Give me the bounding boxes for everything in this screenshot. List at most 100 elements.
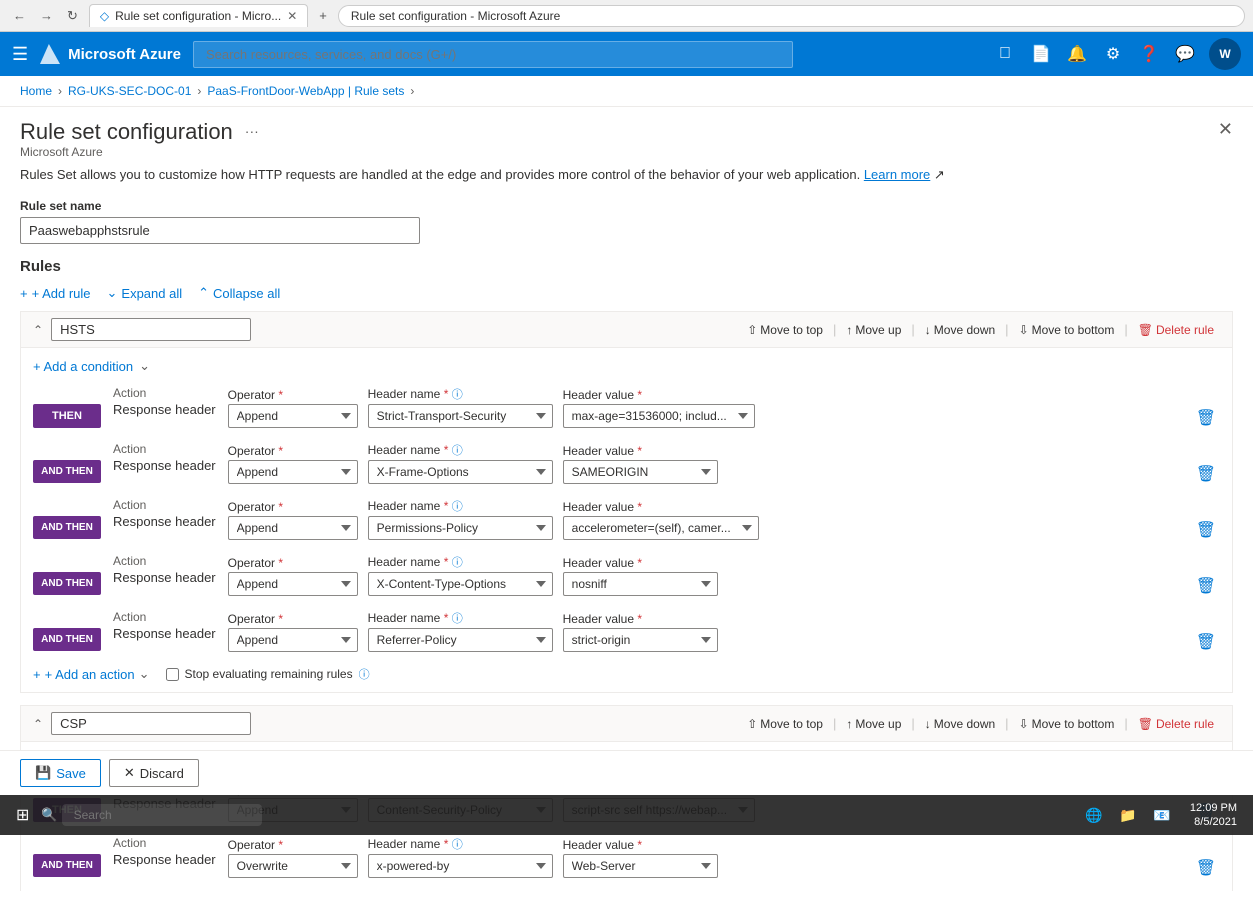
cloud-shell-btn[interactable]:  [989,38,1021,70]
headervalue-select-hsts-actions-0[interactable]: max-age=31536000; includ... [563,404,755,428]
move-up-csp[interactable]: ↑ Move up [840,713,907,735]
breadcrumb-home[interactable]: Home [20,84,52,98]
breadcrumb-rulesets[interactable]: PaaS-FrontDoor-WebApp | Rule sets [207,84,404,98]
expand-all-btn[interactable]: ⌄ Expand all [107,285,183,301]
taskbar-clock: 12:09 PM 8/5/2021 [1182,797,1245,834]
rule-name-hsts[interactable] [51,318,251,341]
headername-info-hsts-actions-1: ⓘ [452,445,463,457]
operator-select-hsts-actions-1[interactable]: Append Overwrite Delete [228,460,358,484]
delete-action-hsts-actions-1[interactable]: 🗑 [1192,460,1220,488]
action-row-hsts-actions-0: THEN Action Response header Operator * A… [33,386,1220,432]
rule-collapse-hsts[interactable]: ⌃ [33,323,43,337]
stop-eval-info-hsts: ⓘ [359,666,370,682]
badge-hsts-actions-1[interactable]: AND THEN [33,460,101,483]
learn-more-link[interactable]: Learn more [864,167,930,182]
headervalue-select-hsts-actions-3[interactable]: nosniff [563,572,718,596]
add-condition-hsts[interactable]: + Add a condition [33,359,133,374]
condition-bar-hsts: + Add a condition ⌄ [33,358,1220,374]
headername-select-hsts-actions-2[interactable]: Permissions-Policy [368,516,553,540]
move-to-top-csp[interactable]: ⇧ Move to top [741,713,829,735]
badge-hsts-actions-0[interactable]: THEN [33,404,101,428]
operator-select-hsts-actions-0[interactable]: Append Overwrite Delete [228,404,358,428]
headervalue-select-csp-actions-1[interactable]: Web-Server [563,854,718,878]
add-rule-btn[interactable]: + + Add rule [20,286,91,301]
rule-collapse-csp[interactable]: ⌃ [33,717,43,731]
back-btn[interactable]: ← [8,6,31,26]
badge-hsts-actions-4[interactable]: AND THEN [33,628,101,651]
headervalue-select-hsts-actions-1[interactable]: SAMEORIGIN [563,460,718,484]
badge-hsts-actions-2[interactable]: AND THEN [33,516,101,539]
move-to-bottom-csp[interactable]: ⇩ Move to bottom [1013,713,1121,735]
move-down-csp[interactable]: ↓ Move down [919,713,1001,735]
operator-select-csp-actions-1[interactable]: Append Overwrite Delete [228,854,358,878]
move-to-top-icon: ⇧ [747,323,757,337]
operator-group-hsts-actions-4: Operator * Append Overwrite Delete [228,612,358,652]
delete-action-hsts-actions-0[interactable]: 🗑 [1192,404,1220,432]
taskbar-explorer-icon[interactable]: 📁 [1112,799,1144,831]
new-tab-btn[interactable]: + [314,6,332,25]
discard-button[interactable]: ✕ Discard [109,759,199,787]
headervalue-label-hsts-actions-2: Header value * [563,500,759,514]
operator-select-hsts-actions-3[interactable]: Append Overwrite Delete [228,572,358,596]
azure-topbar: ☰ Microsoft Azure  📄 🔔 ⚙ ❓ 💬 W [0,32,1253,76]
headername-info-hsts-actions-0: ⓘ [452,389,463,401]
delete-rule-csp[interactable]: 🗑 Delete rule [1132,713,1220,735]
stop-eval-checkbox-hsts[interactable] [166,668,179,681]
notifications-btn[interactable]: 🔔 [1061,38,1093,70]
taskbar-edge-icon[interactable]: 🌐 [1078,799,1110,831]
headervalue-select-hsts-actions-4[interactable]: strict-origin [563,628,718,652]
operator-select-hsts-actions-2[interactable]: Append Overwrite Delete [228,516,358,540]
delete-action-csp-actions-1[interactable]: 🗑 [1192,854,1220,882]
headername-select-hsts-actions-0[interactable]: Strict-Transport-Security [368,404,553,428]
settings-btn[interactable]: ⚙ [1097,38,1129,70]
tab-close[interactable]: ✕ [287,9,297,23]
collapse-all-btn[interactable]: ⌃ Collapse all [198,285,280,301]
add-action-hsts[interactable]: + + Add an action ⌄ [33,666,150,682]
feedback-btn[interactable]: 💬 [1169,38,1201,70]
save-button[interactable]: 💾 Save [20,759,101,787]
directory-btn[interactable]: 📄 [1025,38,1057,70]
move-to-bottom-hsts[interactable]: ⇩ Move to bottom [1013,319,1121,341]
page-more-btn[interactable]: ··· [241,119,263,143]
operator-select-hsts-actions-4[interactable]: Append Overwrite Delete [228,628,358,652]
headername-select-hsts-actions-4[interactable]: Referrer-Policy [368,628,553,652]
global-search-input[interactable] [193,41,793,68]
taskbar-search-input[interactable] [62,804,262,826]
delete-action-hsts-actions-2[interactable]: 🗑 [1192,516,1220,544]
address-bar[interactable]: Rule set configuration - Microsoft Azure [338,5,1245,27]
headername-select-hsts-actions-1[interactable]: X-Frame-Options [368,460,553,484]
taskbar-mail-icon[interactable]: 📧 [1146,799,1178,831]
move-to-top-hsts[interactable]: ⇧ Move to top [741,319,829,341]
rule-name-csp[interactable] [51,712,251,735]
hamburger-menu[interactable]: ☰ [12,44,28,65]
help-btn[interactable]: ❓ [1133,38,1165,70]
start-button[interactable]: ⊞ [8,801,37,829]
badge-csp-actions-1[interactable]: AND THEN [33,854,101,877]
forward-btn[interactable]: → [35,6,58,26]
headername-label-hsts-actions-4: Header name * ⓘ [368,610,553,626]
headername-select-hsts-actions-3[interactable]: X-Content-Type-Options [368,572,553,596]
user-avatar[interactable]: W [1209,38,1241,70]
delete-rule-icon: 🗑 [1138,323,1153,337]
breadcrumb-rg[interactable]: RG-UKS-SEC-DOC-01 [68,84,191,98]
headervalue-group-hsts-actions-0: Header value * max-age=31536000; includ.… [563,388,755,428]
rule-set-name-input[interactable] [20,217,420,244]
headername-info-csp-actions-1: ⓘ [452,839,463,851]
headervalue-select-hsts-actions-2[interactable]: accelerometer=(self), camer... [563,516,759,540]
save-icon: 💾 [35,765,51,781]
refresh-btn[interactable]: ↻ [62,6,83,26]
delete-action-hsts-actions-4[interactable]: 🗑 [1192,628,1220,656]
headername-label-hsts-actions-0: Header name * ⓘ [368,386,553,402]
badge-hsts-actions-3[interactable]: AND THEN [33,572,101,595]
page-close-btn[interactable]: ✕ [1218,119,1233,140]
delete-rule-hsts[interactable]: 🗑 Delete rule [1132,319,1220,341]
headername-select-csp-actions-1[interactable]: x-powered-by [368,854,553,878]
rule-set-name-label: Rule set name [20,199,1233,213]
stop-eval-hsts[interactable]: Stop evaluating remaining rules ⓘ [166,666,370,682]
move-up-hsts[interactable]: ↑ Move up [840,319,907,341]
delete-action-hsts-actions-3[interactable]: 🗑 [1192,572,1220,600]
move-down-hsts[interactable]: ↓ Move down [919,319,1001,341]
collapse-icon: ⌃ [198,285,209,301]
action-value-hsts-actions-1: Response header [113,458,216,473]
browser-tab[interactable]: ◇ Rule set configuration - Micro... ✕ [89,4,308,27]
